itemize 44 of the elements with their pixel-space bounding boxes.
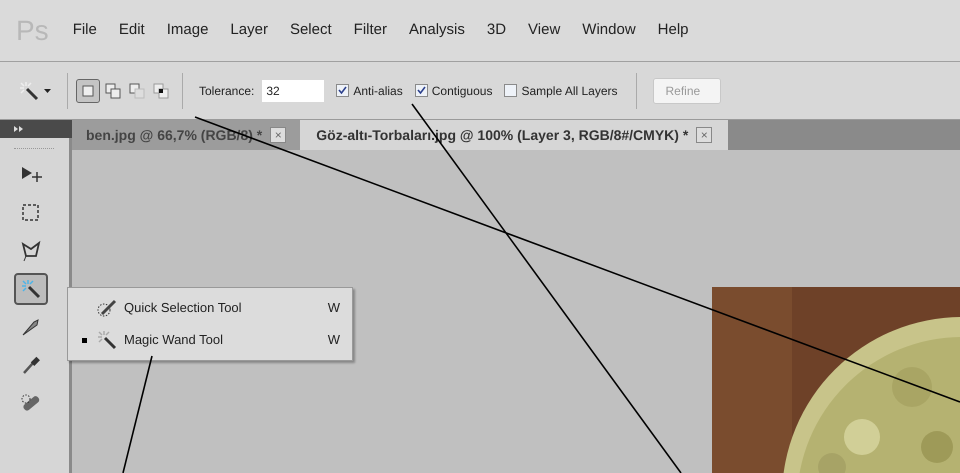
- eyedropper-icon: [20, 354, 42, 376]
- new-selection-icon: [81, 84, 95, 98]
- menu-item[interactable]: Image: [166, 19, 208, 42]
- checkbox[interactable]: [336, 84, 350, 97]
- flyout-menu-item[interactable]: Quick Selection Tool W: [68, 292, 352, 324]
- checkbox-label: Sample All Layers: [521, 82, 618, 100]
- menu-item-label: Quick Selection Tool: [124, 299, 243, 318]
- magic-wand-icon: [20, 278, 42, 300]
- flyout-menu-item[interactable]: Magic Wand Tool W: [68, 324, 352, 356]
- menu-item-label: Magic Wand Tool: [124, 331, 224, 350]
- subtract-selection-icon: [129, 82, 145, 98]
- tolerance-field[interactable]: 32: [262, 80, 324, 102]
- check-icon: [338, 86, 348, 95]
- caret-icon: [44, 88, 51, 92]
- tolerance-label: Tolerance:: [199, 82, 254, 100]
- selection-mode-button[interactable]: [76, 78, 100, 102]
- tool-button[interactable]: [14, 273, 48, 305]
- menu-item[interactable]: View: [528, 19, 560, 42]
- add-selection-icon: [105, 82, 121, 98]
- menu-item[interactable]: Help: [658, 19, 689, 42]
- menu-item[interactable]: 3D: [486, 19, 506, 42]
- menu-item[interactable]: Filter: [354, 19, 387, 42]
- magic-wand-icon: [18, 80, 40, 102]
- menu-item[interactable]: Window: [582, 19, 636, 42]
- checkbox[interactable]: [504, 84, 518, 97]
- lasso-tool-icon: [20, 240, 42, 262]
- shortcut-label: W: [328, 299, 340, 318]
- shortcut-label: W: [328, 331, 340, 350]
- intersect-selection-icon: [153, 82, 169, 98]
- menu-item[interactable]: Select: [290, 19, 332, 42]
- menu-item[interactable]: File: [72, 19, 97, 42]
- expand-panel-icon[interactable]: [14, 126, 24, 132]
- menu-item[interactable]: Edit: [118, 19, 145, 42]
- marquee-tool-icon: [20, 202, 42, 224]
- menu-item[interactable]: Layer: [230, 19, 268, 42]
- check-icon: [416, 86, 426, 95]
- checkbox-label: Contiguous: [432, 82, 492, 100]
- magic-wand-icon: [96, 329, 118, 351]
- quick-selection-icon: [96, 297, 118, 319]
- checkbox-label: Anti-alias: [353, 82, 403, 100]
- tab-close-button[interactable]: ×: [270, 127, 286, 143]
- checkbox[interactable]: [414, 84, 428, 97]
- tab-close-button[interactable]: ×: [696, 127, 712, 143]
- menu-item[interactable]: Analysis: [409, 19, 465, 42]
